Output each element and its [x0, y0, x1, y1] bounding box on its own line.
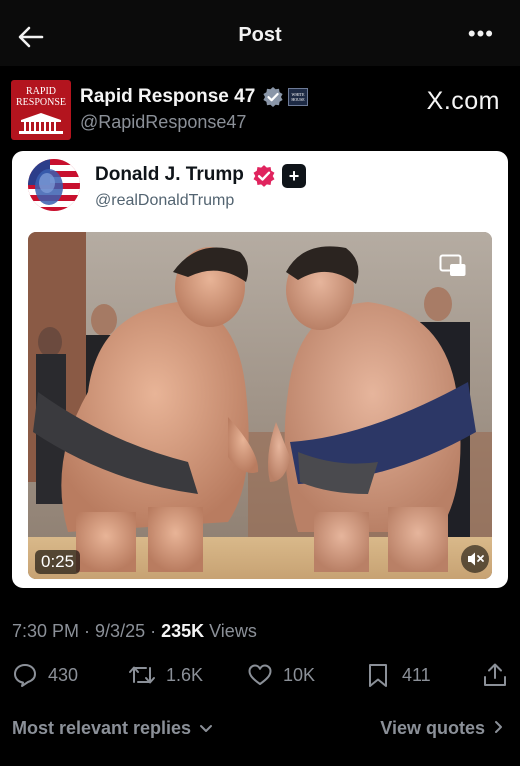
action-bar: 430 1.6K 10K 411 — [0, 660, 520, 692]
replies-filter-label: Most relevant replies — [12, 718, 192, 738]
post-date: 9/3/25 — [95, 621, 146, 641]
replies-filter-dropdown[interactable]: Most relevant replies — [12, 718, 213, 739]
views-count: 235K — [161, 621, 205, 641]
government-badge-icon: + — [282, 164, 306, 188]
repost-count: 1.6K — [166, 665, 204, 685]
views-label: Views — [204, 621, 257, 641]
speaker-muted-icon — [468, 552, 484, 566]
embedded-author-name[interactable]: Donald J. Trump — [95, 164, 244, 186]
share-icon — [484, 663, 506, 686]
page-title: Post — [238, 24, 282, 46]
meta-separator: · — [145, 621, 162, 641]
flag-portrait-icon — [28, 159, 80, 211]
verified-badge-icon — [253, 165, 275, 187]
video-thumbnail — [28, 232, 492, 579]
affiliate-badge: WHITE HOUSE — [288, 88, 308, 106]
avatar-text: RAPID RESPONSE — [15, 86, 66, 108]
reply-button[interactable]: 430 — [12, 660, 92, 690]
bookmark-count: 411 — [402, 665, 431, 685]
bookmark-button[interactable]: 411 — [366, 660, 436, 690]
mute-button[interactable] — [461, 545, 489, 573]
view-quotes-label: View quotes — [380, 718, 485, 738]
reply-icon — [14, 664, 36, 687]
verified-badge-icon — [263, 87, 283, 107]
repost-icon — [129, 666, 155, 684]
author-handle[interactable]: @RapidResponse47 — [80, 112, 246, 133]
like-button[interactable]: 10K — [247, 660, 327, 690]
post-time: 7:30 PM — [12, 621, 80, 641]
bookmark-icon — [369, 664, 387, 687]
embedded-author-handle[interactable]: @realDonaldTrump — [95, 192, 234, 210]
avatar[interactable]: RAPID RESPONSE — [11, 80, 71, 140]
share-button[interactable] — [482, 660, 510, 690]
embedded-avatar[interactable] — [28, 159, 80, 211]
embedded-post-card[interactable]: Donald J. Trump + @realDonaldTrump 0:25 — [12, 151, 508, 588]
top-bar: Post ••• — [0, 0, 520, 66]
heart-icon — [248, 664, 272, 685]
view-quotes-link[interactable]: View quotes — [380, 718, 504, 739]
white-house-icon — [19, 113, 63, 134]
more-horizontal-icon[interactable]: ••• — [468, 23, 494, 45]
repost-button[interactable]: 1.6K — [128, 660, 218, 690]
video-duration: 0:25 — [35, 550, 81, 574]
like-count: 10K — [283, 665, 316, 685]
source-label: X.com — [426, 87, 500, 115]
video-player[interactable]: 0:25 — [28, 232, 492, 579]
post-meta: 7:30 PM · 9/3/25 · 235K Views — [12, 621, 257, 642]
author-name[interactable]: Rapid Response 47 — [80, 86, 255, 108]
picture-in-picture-icon[interactable] — [439, 254, 467, 278]
meta-separator: · — [79, 621, 96, 641]
chevron-right-icon — [495, 721, 502, 733]
reply-count: 430 — [48, 665, 79, 685]
chevron-down-icon — [200, 725, 213, 732]
